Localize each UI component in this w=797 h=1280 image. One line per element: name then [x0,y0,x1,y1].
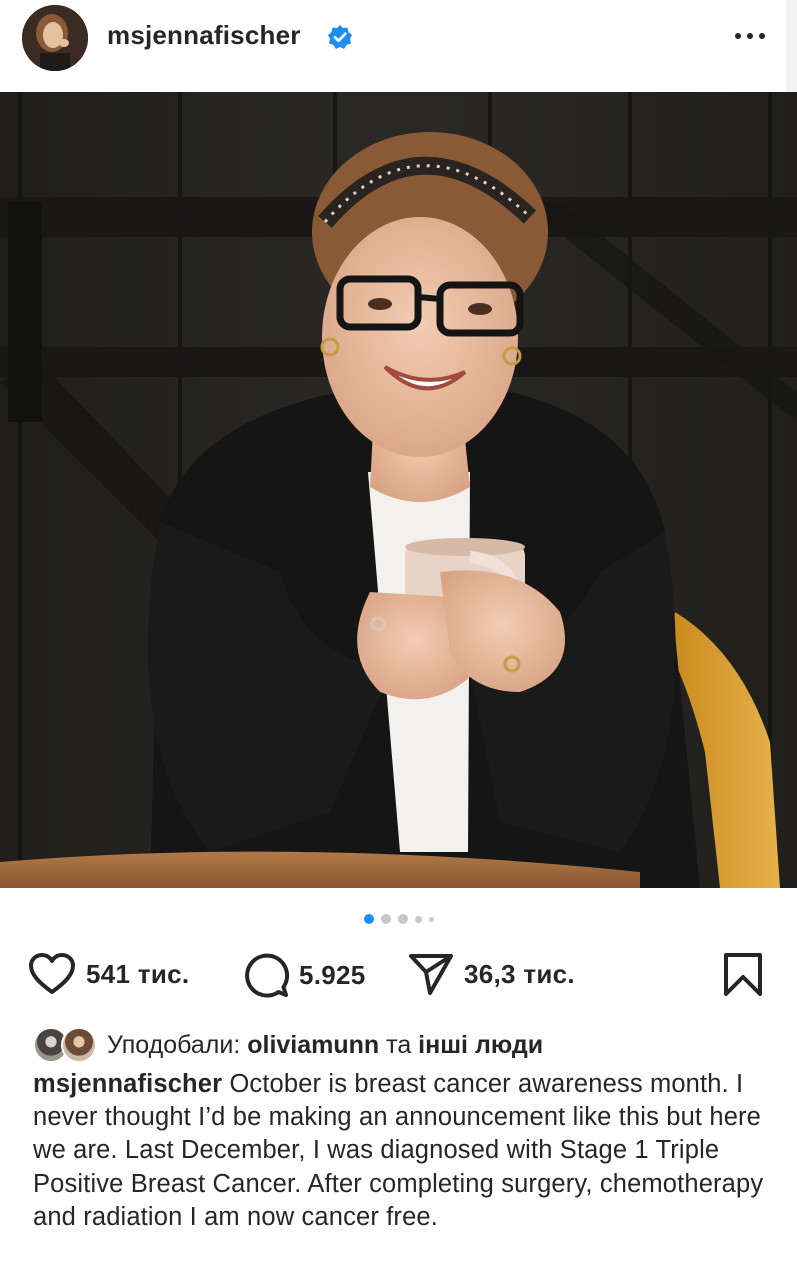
post-actions-bar: 541 тис. 5.925 36,3 тис. [0,948,797,1004]
comment-icon [245,953,289,998]
carousel-dot [428,916,434,922]
liked-by-text: Уподобали: oliviamunn та інші люди [107,1030,544,1059]
liker-avatars [33,1027,99,1063]
post-caption: msjennafischer October is breast cancer … [33,1068,773,1234]
bookmark-icon [724,953,762,996]
comment-count[interactable]: 5.925 [299,960,366,991]
more-options-button[interactable] [730,18,770,54]
liker-username[interactable]: oliviamunn [247,1031,379,1059]
carousel-dot-active [363,914,374,924]
like-count[interactable]: 541 тис. [86,959,189,990]
more-horizontal-icon [735,33,741,39]
comment-button[interactable]: 5.925 [243,952,366,998]
heart-icon [29,953,75,994]
post-header: msjennafischer [0,0,797,92]
save-button[interactable] [722,952,764,998]
carousel-indicator [0,910,797,928]
liked-by-row[interactable]: Уподобали: oliviamunn та інші люди [33,1025,543,1065]
carousel-dot [397,914,408,924]
liker-others-link[interactable]: інші люди [418,1031,543,1059]
caption-username[interactable]: msjennafischer [33,1070,222,1098]
post-username[interactable]: msjennafischer [107,20,301,51]
send-icon [409,954,453,995]
share-count[interactable]: 36,3 тис. [464,959,575,990]
carousel-dot [414,915,422,923]
instagram-post: msjennafischer 541 тис. 5.925 36,3 тис. … [0,0,797,1280]
profile-avatar[interactable] [22,5,88,71]
share-button[interactable]: 36,3 тис. [408,952,575,996]
carousel-dot [380,914,391,924]
verified-badge-icon [328,25,352,49]
post-photo[interactable] [0,92,797,888]
like-button[interactable]: 541 тис. [28,952,189,996]
scrollbar-track [786,0,797,92]
avatar [61,1027,97,1063]
